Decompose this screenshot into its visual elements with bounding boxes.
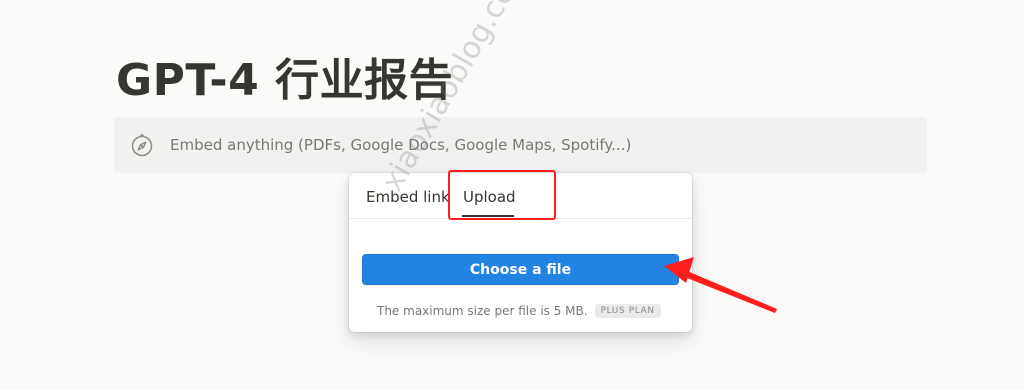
compass-icon bbox=[130, 133, 154, 157]
tab-upload[interactable]: Upload bbox=[463, 188, 516, 206]
page-title[interactable]: GPT-4 行业报告 bbox=[116, 44, 453, 108]
tab-embed-link[interactable]: Embed link bbox=[366, 188, 450, 206]
size-note-text: The maximum size per file is 5 MB. bbox=[377, 304, 588, 318]
arrow-shaft bbox=[677, 268, 777, 313]
embed-placeholder: Embed anything (PDFs, Google Docs, Googl… bbox=[170, 136, 632, 154]
choose-file-button[interactable]: Choose a file bbox=[362, 254, 679, 285]
embed-block[interactable]: Embed anything (PDFs, Google Docs, Googl… bbox=[114, 117, 927, 173]
popover-tabs: Embed link Upload bbox=[349, 173, 692, 219]
plus-plan-badge: PLUS PLAN bbox=[594, 304, 661, 318]
active-tab-indicator bbox=[462, 215, 514, 217]
embed-popover: Embed link Upload Choose a file The maxi… bbox=[349, 173, 692, 332]
size-note: The maximum size per file is 5 MB. PLUS … bbox=[377, 304, 661, 318]
